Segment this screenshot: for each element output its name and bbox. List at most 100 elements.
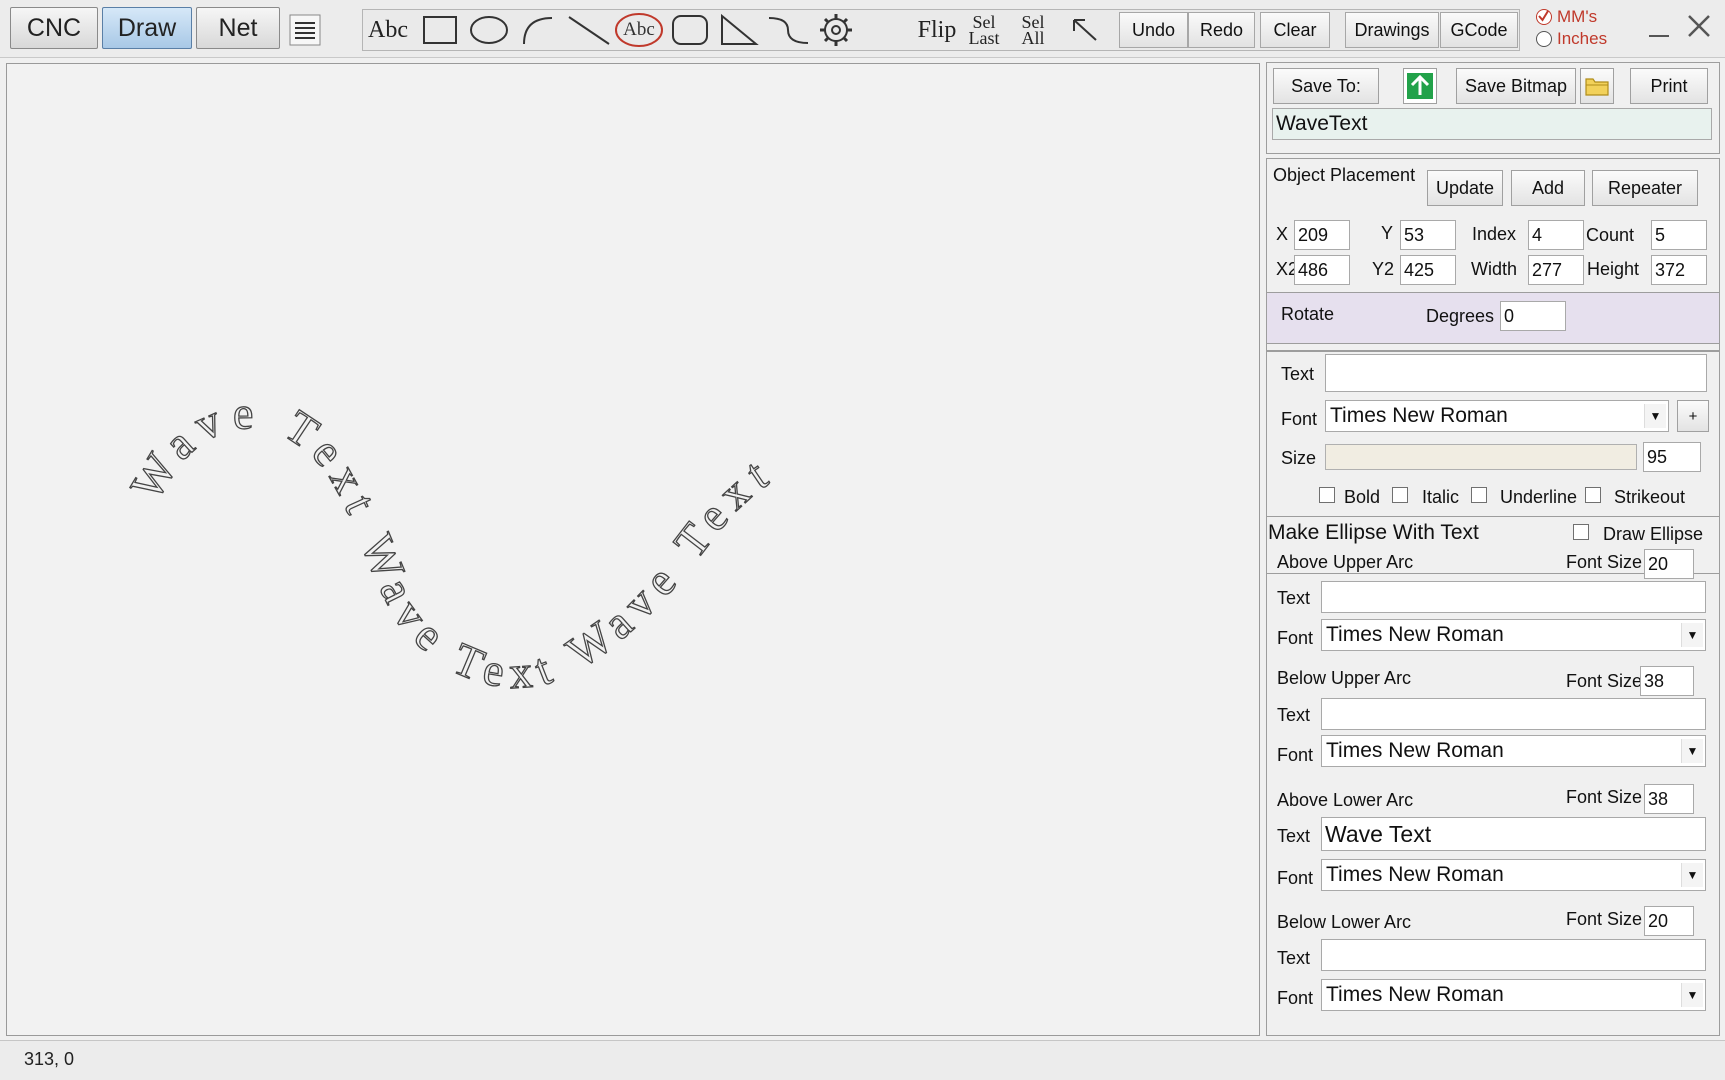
below-upper-arc-font-size-label: Font Size (1566, 671, 1643, 691)
close-icon[interactable] (1680, 6, 1718, 46)
above-upper-arc-font-size-input[interactable]: 20 (1644, 549, 1694, 579)
height-input[interactable]: 372 (1651, 255, 1707, 285)
upload-arrow-icon[interactable] (1403, 68, 1437, 104)
underline-checkbox[interactable] (1471, 487, 1487, 503)
below-lower-arc-text-input[interactable] (1321, 939, 1706, 971)
drawings-button[interactable]: Drawings (1345, 12, 1439, 48)
degrees-label: Degrees (1426, 306, 1495, 326)
y2-input[interactable]: 425 (1400, 255, 1456, 285)
gear-tool-icon[interactable] (816, 10, 856, 50)
units-mm-option[interactable]: MM's (1536, 6, 1607, 28)
gcode-button[interactable]: GCode (1440, 12, 1518, 48)
repeater-button[interactable]: Repeater (1592, 170, 1698, 206)
x-input[interactable]: 209 (1294, 220, 1350, 250)
above-lower-arc-title: Above Lower Arc (1277, 790, 1414, 810)
units-mm-label: MM's (1557, 7, 1598, 26)
above-lower-arc-font-size-input[interactable]: 38 (1644, 784, 1694, 814)
update-button[interactable]: Update (1427, 170, 1503, 206)
add-button[interactable]: Add (1511, 170, 1585, 206)
line-tool-icon[interactable] (563, 10, 615, 50)
x2-input[interactable]: 486 (1294, 255, 1350, 285)
below-lower-arc-font-label: Font (1277, 988, 1314, 1008)
above-upper-arc-text-input[interactable] (1321, 581, 1706, 613)
below-lower-arc-font-size-input[interactable]: 20 (1644, 906, 1694, 936)
sel-last-line2: Last (968, 28, 1000, 48)
undo-button[interactable]: Undo (1119, 12, 1188, 48)
above-lower-arc-font-select[interactable]: Times New Roman ▼ (1321, 859, 1706, 891)
object-placement-title: Object Placement (1273, 165, 1416, 185)
below-upper-arc-text-input[interactable] (1321, 698, 1706, 730)
below-upper-arc-title: Below Upper Arc (1277, 668, 1412, 688)
list-menu-icon[interactable] (287, 10, 323, 50)
count-input[interactable]: 5 (1651, 220, 1707, 250)
above-lower-arc-font-size-label: Font Size (1566, 787, 1643, 807)
above-upper-arc-text-label: Text (1277, 588, 1311, 608)
sel-last-button[interactable]: Sel Last (962, 10, 1006, 50)
text-input[interactable] (1325, 354, 1707, 392)
folder-icon[interactable] (1580, 68, 1614, 104)
units-inches-radio-icon[interactable] (1536, 31, 1552, 47)
size-slider[interactable] (1325, 444, 1637, 470)
arc-text-tool-button[interactable]: Abc (612, 10, 666, 50)
status-bar: 313, 0 (0, 1040, 1725, 1080)
chevron-down-icon[interactable]: ▼ (1681, 863, 1703, 887)
curve-tool-icon[interactable] (764, 10, 814, 50)
save-bitmap-button[interactable]: Save Bitmap (1456, 68, 1576, 104)
text-tool-button[interactable]: Abc (364, 10, 412, 50)
minimize-icon[interactable] (1642, 8, 1676, 48)
italic-checkbox[interactable] (1392, 487, 1408, 503)
save-to-button[interactable]: Save To: (1273, 68, 1379, 104)
chevron-down-icon[interactable]: ▼ (1681, 623, 1703, 647)
print-button[interactable]: Print (1630, 68, 1708, 104)
height-label: Height (1587, 259, 1640, 279)
filename-input[interactable]: WaveText (1272, 108, 1712, 140)
above-lower-arc-text-input[interactable]: Wave Text (1321, 817, 1706, 851)
flip-button[interactable]: Flip (914, 10, 960, 50)
y2-label: Y2 (1372, 259, 1395, 279)
tab-draw[interactable]: Draw (102, 7, 192, 49)
y-input[interactable]: 53 (1400, 220, 1456, 250)
tab-cnc[interactable]: CNC (10, 7, 98, 49)
font-select[interactable]: Times New Roman ▼ (1325, 400, 1669, 432)
tab-net[interactable]: Net (196, 7, 280, 49)
drawing-canvas[interactable]: Wave Text Wave Text Wave Text (6, 63, 1260, 1036)
degrees-input[interactable]: 0 (1500, 301, 1566, 331)
x-label: X (1276, 224, 1289, 244)
below-lower-arc-font-value: Times New Roman (1326, 983, 1504, 1006)
triangle-tool-icon[interactable] (716, 10, 762, 50)
below-upper-arc-font-label: Font (1277, 745, 1314, 765)
strikeout-checkbox[interactable] (1585, 487, 1601, 503)
arc-tool-icon[interactable] (516, 10, 560, 50)
chevron-down-icon[interactable]: ▼ (1681, 739, 1703, 763)
add-font-button[interactable]: + (1677, 400, 1709, 432)
pointer-arrow-icon[interactable] (1064, 10, 1104, 50)
size-input[interactable]: 95 (1643, 442, 1701, 472)
draw-ellipse-checkbox[interactable] (1573, 524, 1589, 540)
ellipse-tool-icon[interactable] (466, 10, 512, 50)
above-upper-arc-font-size-label: Font Size (1566, 552, 1643, 572)
units-radio-group: MM's Inches (1536, 6, 1607, 50)
chevron-down-icon[interactable]: ▼ (1644, 404, 1666, 428)
units-mm-radio-icon[interactable] (1536, 9, 1552, 25)
below-upper-arc-font-select[interactable]: Times New Roman ▼ (1321, 735, 1706, 767)
above-upper-arc-font-value: Times New Roman (1326, 623, 1504, 646)
rectangle-tool-icon[interactable] (418, 10, 462, 50)
above-upper-arc-title: Above Upper Arc (1277, 552, 1414, 572)
units-inches-option[interactable]: Inches (1536, 28, 1607, 50)
below-lower-arc-font-select[interactable]: Times New Roman ▼ (1321, 979, 1706, 1011)
bold-checkbox[interactable] (1319, 487, 1335, 503)
above-lower-arc-font-value: Times New Roman (1326, 863, 1504, 886)
clear-button[interactable]: Clear (1260, 12, 1330, 48)
chevron-down-icon[interactable]: ▼ (1681, 983, 1703, 1007)
above-upper-arc-font-label: Font (1277, 628, 1314, 648)
below-upper-arc-font-size-input[interactable]: 38 (1640, 666, 1694, 696)
width-input[interactable]: 277 (1528, 255, 1584, 285)
sel-all-button[interactable]: Sel All (1012, 10, 1054, 50)
count-label: Count (1586, 225, 1635, 245)
draw-ellipse-label: Draw Ellipse (1603, 524, 1704, 544)
index-input[interactable]: 4 (1528, 220, 1584, 250)
ellipse-section-title: Make Ellipse With Text (1268, 521, 1479, 544)
rounded-rect-tool-icon[interactable] (668, 10, 712, 50)
redo-button[interactable]: Redo (1188, 12, 1255, 48)
above-upper-arc-font-select[interactable]: Times New Roman ▼ (1321, 619, 1706, 651)
